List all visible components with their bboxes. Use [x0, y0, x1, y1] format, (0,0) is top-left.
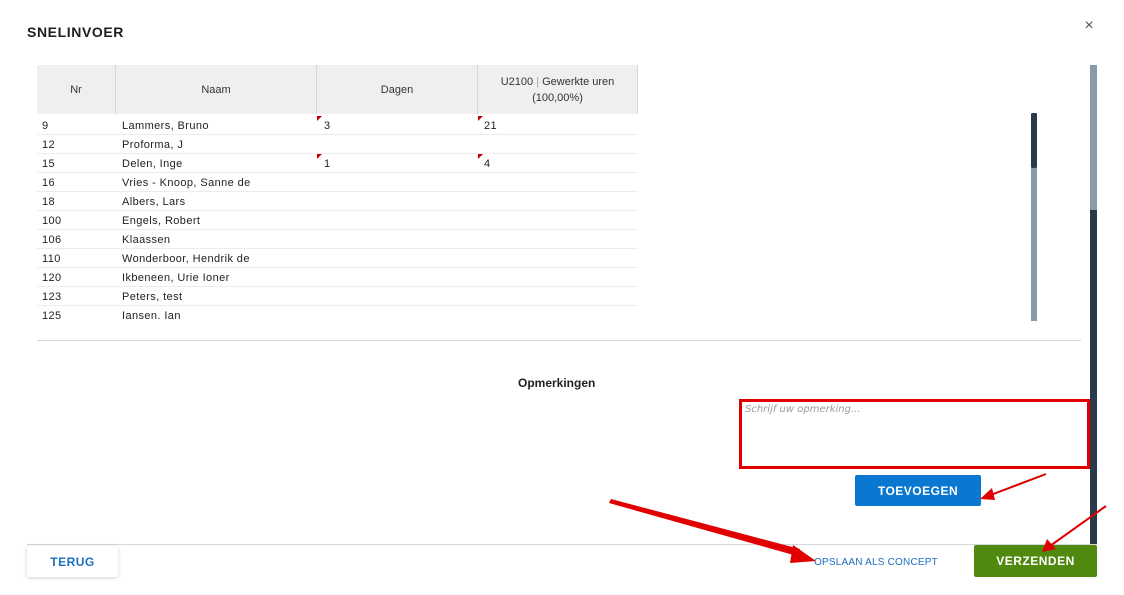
table-row: 18 Albers, Lars [37, 192, 638, 211]
cell-dagen[interactable] [317, 306, 478, 321]
table-row: 100 Engels, Robert [37, 211, 638, 230]
cell-nr: 9 [42, 120, 49, 132]
dialog-title: SNELINVOER [27, 24, 125, 40]
changed-flag-icon [478, 116, 483, 121]
cell-naam: Proforma, J [122, 139, 184, 151]
cell-uren[interactable] [478, 268, 638, 286]
cell-dagen[interactable] [317, 249, 478, 267]
cell-dagen[interactable]: 3 [317, 116, 478, 134]
table-row: 125 Iansen. Ian [37, 306, 638, 321]
cell-uren[interactable]: 21 [478, 116, 638, 134]
cell-uren[interactable] [478, 173, 638, 191]
cell-naam: Vries - Knoop, Sanne de [122, 177, 251, 189]
header-uren-percentage: (100,00%) [532, 91, 583, 104]
cell-nr: 120 [42, 272, 62, 284]
save-concept-button[interactable]: OPSLAAN ALS CONCEPT [812, 552, 940, 572]
table-row: 12 Proforma, J [37, 135, 638, 154]
table-row: 110 Wonderboor, Hendrik de [37, 249, 638, 268]
table-body: 9 Lammers, Bruno 3 21 12 Proforma, J 15 … [37, 116, 638, 321]
cell-nr: 12 [42, 139, 56, 151]
table-scrollbar-thumb[interactable] [1031, 113, 1037, 168]
cell-uren-value: 21 [484, 120, 498, 132]
cell-nr: 125 [42, 310, 62, 321]
cell-naam: Delen, Inge [122, 158, 183, 170]
cell-nr: 100 [42, 215, 62, 227]
cell-uren[interactable] [478, 230, 638, 248]
cell-dagen[interactable] [317, 173, 478, 191]
changed-flag-icon [317, 154, 322, 159]
cell-dagen[interactable] [317, 230, 478, 248]
table-row: 15 Delen, Inge 1 4 [37, 154, 638, 173]
cell-uren[interactable] [478, 135, 638, 153]
dialog-scrollbar-thumb[interactable] [1090, 210, 1097, 545]
table-row: 16 Vries - Knoop, Sanne de [37, 173, 638, 192]
cell-dagen[interactable] [317, 268, 478, 286]
cell-dagen[interactable]: 1 [317, 154, 478, 172]
employee-table: Nr Naam Dagen U2100 | Gewerkte uren (100… [37, 65, 638, 321]
annotation-arrowhead-add [980, 488, 995, 500]
cell-nr: 16 [42, 177, 56, 189]
cell-dagen-value: 1 [324, 158, 331, 170]
back-button[interactable]: TERUG [27, 546, 118, 577]
cell-dagen[interactable] [317, 192, 478, 210]
cell-uren[interactable] [478, 249, 638, 267]
header-uren-separator: | [536, 75, 540, 88]
header-uren-code: U2100 [500, 75, 534, 88]
cell-nr: 110 [42, 253, 61, 265]
annotation-arrow-concept [609, 499, 800, 556]
cell-naam: Klaassen [122, 234, 171, 246]
table-header: Nr Naam Dagen U2100 | Gewerkte uren (100… [37, 65, 638, 114]
cell-uren[interactable]: 4 [478, 154, 638, 172]
changed-flag-icon [317, 116, 322, 121]
cell-dagen[interactable] [317, 135, 478, 153]
table-row: 9 Lammers, Bruno 3 21 [37, 116, 638, 135]
cell-naam: Wonderboor, Hendrik de [122, 253, 250, 265]
cell-nr: 15 [42, 158, 56, 170]
annotation-arrow-add [987, 473, 1047, 497]
send-button[interactable]: VERZENDEN [974, 545, 1097, 577]
table-row: 106 Klaassen [37, 230, 638, 249]
cell-naam: Lammers, Bruno [122, 120, 209, 132]
header-nr: Nr [37, 65, 116, 114]
header-naam: Naam [116, 65, 317, 114]
cell-uren[interactable] [478, 192, 638, 210]
header-gewerkte-uren: U2100 | Gewerkte uren (100,00%) [478, 65, 638, 114]
cell-naam: Ikbeneen, Urie Ioner [122, 272, 230, 284]
cell-uren[interactable] [478, 211, 638, 229]
table-row: 120 Ikbeneen, Urie Ioner [37, 268, 638, 287]
cell-nr: 123 [42, 291, 62, 303]
header-dagen: Dagen [317, 65, 478, 114]
cell-naam: Iansen. Ian [122, 310, 181, 321]
content-divider [37, 340, 1081, 341]
cell-uren[interactable] [478, 287, 638, 305]
cell-naam: Engels, Robert [122, 215, 201, 227]
table-row: 123 Peters, test [37, 287, 638, 306]
remarks-label: Opmerkingen [518, 376, 596, 390]
annotation-arrow-send [1049, 505, 1107, 547]
footer-divider [27, 544, 1097, 545]
header-uren-label: Gewerkte uren [542, 75, 615, 88]
remark-input[interactable] [742, 402, 1087, 466]
cell-uren[interactable] [478, 306, 638, 321]
add-remark-button[interactable]: TOEVOEGEN [855, 475, 981, 506]
cell-naam: Peters, test [122, 291, 183, 303]
close-icon[interactable]: × [1080, 16, 1098, 36]
cell-dagen-value: 3 [324, 120, 331, 132]
cell-dagen[interactable] [317, 287, 478, 305]
cell-dagen[interactable] [317, 211, 478, 229]
cell-naam: Albers, Lars [122, 196, 186, 208]
cell-uren-value: 4 [484, 158, 491, 170]
changed-flag-icon [478, 154, 483, 159]
remark-input-highlight [739, 399, 1090, 469]
cell-nr: 18 [42, 196, 56, 208]
cell-nr: 106 [42, 234, 62, 246]
